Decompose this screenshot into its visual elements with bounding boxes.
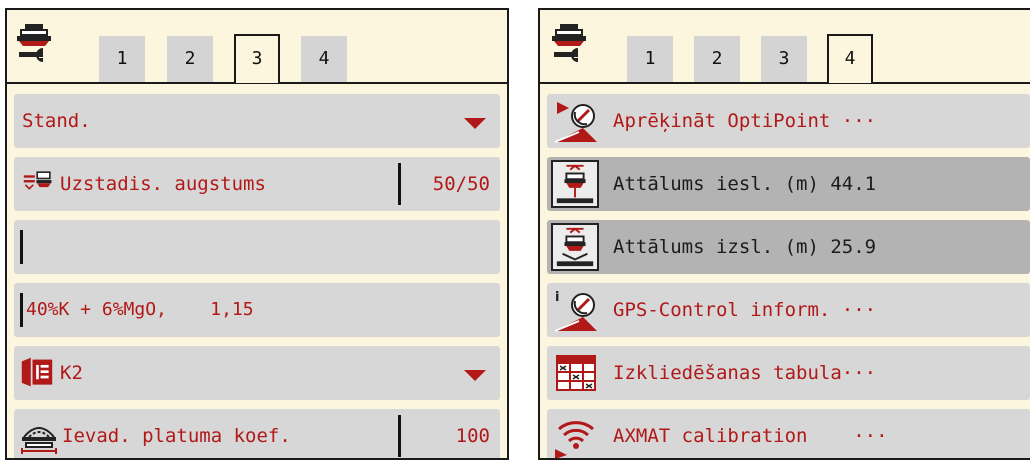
tab-1[interactable]: 1	[627, 36, 673, 82]
mode-select[interactable]: Stand.	[14, 94, 500, 148]
axmat-wifi-icon	[555, 421, 594, 458]
width-factor-row[interactable]: Ievad. platuma koef. 100	[14, 409, 500, 458]
gps-info-label: GPS-Control inform. ···	[613, 299, 877, 321]
height-value: 50/50	[432, 173, 490, 195]
dropdown-arrow-icon	[464, 118, 486, 129]
width-factor-value: 100	[455, 425, 490, 447]
disc-type-select[interactable]: K2	[14, 346, 500, 400]
left-settings-panel: 1 2 3 4 Stand. Uzstadis. augstums 50/50 …	[5, 8, 509, 460]
machine-wrench-icon	[552, 24, 586, 62]
gps-info-item[interactable]: i GPS-Control inform. ···	[547, 283, 1030, 337]
fertilizer-value: 40%K + 6%MgO, 1,15	[26, 299, 254, 320]
tab-3[interactable]: 3	[761, 36, 807, 82]
dropdown-arrow-icon	[464, 370, 486, 381]
distance-off-label: Attālums izsl. (m) 25.9	[613, 236, 877, 258]
tab-1[interactable]: 1	[99, 36, 145, 82]
height-setting-row[interactable]: Uzstadis. augstums 50/50	[14, 157, 500, 211]
tab-bar: 1 2 3 4	[540, 10, 1030, 84]
tab-4[interactable]: 4	[827, 34, 873, 83]
optipoint-calc-icon	[554, 102, 597, 143]
spread-table-icon	[556, 355, 596, 391]
tab-3[interactable]: 3	[234, 34, 280, 83]
optipoint-calc-item[interactable]: Aprēķināt OptiPoint ···	[547, 94, 1030, 148]
mode-value: Stand.	[22, 110, 91, 132]
text-cursor	[20, 293, 23, 327]
tab-divider	[540, 82, 1030, 84]
optipoint-label: Aprēķināt OptiPoint ···	[613, 110, 877, 132]
svg-text:i: i	[555, 290, 559, 305]
fertilizer-row[interactable]: 40%K + 6%MgO, 1,15	[14, 283, 500, 337]
distance-off-item[interactable]: Attālums izsl. (m) 25.9	[547, 220, 1030, 274]
empty-input-row[interactable]	[14, 220, 500, 274]
value-separator	[398, 163, 401, 205]
tab-2[interactable]: 2	[167, 36, 213, 82]
distance-on-icon	[551, 160, 599, 208]
height-label: Uzstadis. augstums	[60, 173, 266, 195]
text-cursor	[20, 230, 23, 264]
distance-off-icon	[551, 223, 599, 271]
spread-table-label: Izkliedēšanas tabula···	[613, 362, 877, 384]
height-adjust-icon	[23, 171, 52, 190]
width-factor-icon	[21, 427, 57, 454]
disc-type-value: K2	[60, 362, 83, 384]
tab-2[interactable]: 2	[694, 36, 740, 82]
axmat-label: AXMAT calibration ···	[613, 425, 888, 447]
machine-wrench-icon	[17, 24, 51, 62]
gps-info-icon: i	[554, 290, 597, 332]
distance-on-label: Attālums iesl. (m) 44.1	[613, 173, 877, 195]
right-settings-panel: 1 2 3 4 Aprēķināt OptiPoint ··· Attālums…	[538, 8, 1030, 460]
tab-4[interactable]: 4	[301, 36, 347, 82]
width-factor-label: Ievad. platuma koef.	[62, 425, 291, 447]
distance-on-item[interactable]: Attālums iesl. (m) 44.1	[547, 157, 1030, 211]
disc-type-icon	[21, 357, 53, 387]
value-separator	[398, 415, 401, 457]
axmat-calibration-item[interactable]: AXMAT calibration ···	[547, 409, 1030, 458]
tab-bar: 1 2 3 4	[7, 10, 507, 84]
spread-table-item[interactable]: Izkliedēšanas tabula···	[547, 346, 1030, 400]
